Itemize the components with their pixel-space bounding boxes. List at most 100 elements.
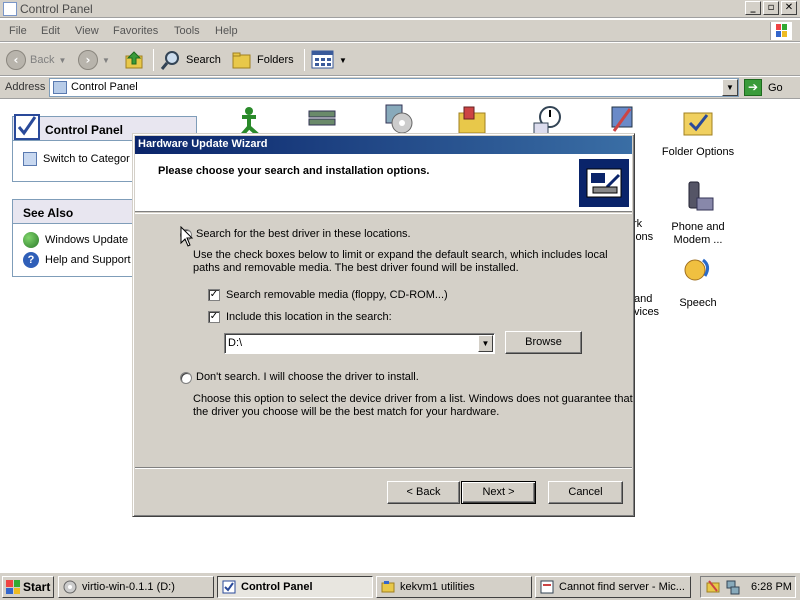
minimize-button[interactable]: _ (745, 1, 761, 15)
include-location-checkbox[interactable]: ✓ (208, 311, 220, 323)
address-label: Address (5, 81, 46, 93)
views-dropdown-icon: ▼ (339, 55, 347, 65)
next-button[interactable]: Next > (461, 481, 536, 504)
hardware-tray-icon[interactable] (705, 579, 721, 595)
back-button[interactable]: < Back (387, 481, 460, 504)
start-label: Start (23, 580, 51, 594)
back-label: Back (30, 54, 55, 66)
include-location-label[interactable]: Include this location in the search: (226, 311, 392, 324)
taskbar-item-kekvm1[interactable]: kekvm1 utilities (376, 576, 532, 598)
forward-arrow-icon: › (78, 50, 98, 70)
views-button[interactable]: ▼ (311, 48, 347, 72)
control-panel-icon (53, 81, 67, 94)
location-value: D:\ (228, 337, 243, 349)
help-icon: ? (23, 252, 39, 268)
windows-logo-icon (6, 580, 20, 594)
taskbar-item-label: kekvm1 utilities (400, 581, 475, 593)
taskbar: Start virtio-win-0.1.1 (D:) Control Pane… (0, 572, 800, 600)
menu-edit[interactable]: Edit (41, 25, 60, 37)
mouse-cursor-icon (180, 226, 194, 247)
network-tray-icon[interactable] (725, 579, 741, 595)
see-also-title: See Also (23, 206, 74, 220)
forward-button[interactable]: › ▼ (78, 48, 110, 72)
speech-item[interactable]: Speech (658, 256, 738, 310)
taskbar-item-control-panel[interactable]: Control Panel (217, 576, 373, 598)
folder-options-icon (683, 112, 713, 136)
control-panel-icon (3, 2, 17, 16)
phone-and-modem-item[interactable]: Phone and Modem ... (658, 180, 738, 247)
control-panel-icon (222, 580, 236, 594)
back-dropdown-icon: ▼ (58, 55, 67, 65)
speech-icon (684, 258, 710, 281)
maximize-button[interactable]: ▫ (763, 1, 779, 15)
search-description-line-2: paths and removable media. The best driv… (193, 262, 519, 274)
switch-label: Switch to Categor (43, 153, 130, 165)
menu-help[interactable]: Help (215, 25, 238, 37)
dont-search-radio[interactable] (180, 372, 192, 384)
administrative-tools-icon[interactable] (456, 105, 490, 135)
add-remove-programs-icon[interactable] (382, 103, 416, 135)
address-bar: Address Control Panel ▼ ➔ Go (0, 77, 800, 99)
search-description-line-1: Use the check boxes below to limit or ex… (193, 249, 608, 261)
folders-icon (232, 52, 251, 69)
go-arrow-icon: ➔ (744, 79, 762, 96)
cd-drive-icon (63, 580, 77, 594)
taskbar-item-label: Cannot find server - Mic... (559, 581, 685, 593)
taskbar-item-virtio[interactable]: virtio-win-0.1.1 (D:) (58, 576, 214, 598)
up-folder-button[interactable] (124, 48, 146, 72)
address-dropdown-icon[interactable]: ▼ (722, 79, 738, 96)
back-button[interactable]: ‹ Back ▼ (6, 48, 66, 72)
title-bar: Control Panel _ ▫ ✕ (0, 0, 800, 18)
clock[interactable]: 6:28 PM (751, 581, 792, 593)
dont-search-label[interactable]: Don't search. I will choose the driver t… (196, 371, 419, 384)
browse-button[interactable]: Browse (505, 331, 582, 354)
folder-icon (381, 581, 395, 593)
system-tray: 6:28 PM (700, 576, 796, 598)
hardware-wizard-icon (579, 159, 629, 207)
address-value: Control Panel (71, 81, 138, 93)
dont-search-description-line-1: Choose this option to select the device … (193, 393, 633, 405)
menu-favorites[interactable]: Favorites (113, 25, 158, 37)
location-dropdown-icon[interactable]: ▼ (478, 335, 493, 352)
phone-and-modem-label-2: Modem ... (673, 234, 723, 246)
start-button[interactable]: Start (2, 576, 54, 598)
search-button[interactable]: Search (160, 48, 221, 72)
browser-page-icon (540, 580, 554, 594)
up-folder-icon (125, 51, 143, 69)
wizard-title-bar: Hardware Update Wizard (135, 136, 632, 154)
search-removable-media-checkbox[interactable]: ✓ (208, 289, 220, 301)
menu-tools[interactable]: Tools (174, 25, 200, 37)
windows-update-icon (23, 232, 39, 248)
windows-update-label: Windows Update (45, 234, 129, 246)
category-view-icon (23, 152, 37, 166)
taskbar-item-browser[interactable]: Cannot find server - Mic... (535, 576, 691, 598)
dont-search-description-line-2: the driver you choose will be the best m… (193, 406, 500, 418)
folder-options-label: Folder Options (661, 146, 735, 158)
cancel-button[interactable]: Cancel (548, 481, 623, 504)
menu-file[interactable]: File (9, 25, 27, 37)
views-icon (311, 50, 334, 69)
go-button[interactable]: ➔ Go (744, 79, 783, 96)
add-hardware-icon[interactable] (305, 105, 339, 135)
phone-icon (688, 181, 714, 211)
menu-bar: File Edit View Favorites Tools Help (0, 20, 800, 42)
search-removable-media-label[interactable]: Search removable media (floppy, CD-ROM..… (226, 289, 448, 302)
wizard-header-text: Please choose your search and installati… (158, 165, 430, 177)
windows-logo-icon (770, 22, 792, 40)
location-combobox[interactable]: D:\ ▼ (224, 333, 495, 354)
window-title: Control Panel (20, 2, 93, 16)
folders-button[interactable]: Folders (231, 48, 294, 72)
help-and-support-label: Help and Support (45, 254, 131, 266)
close-button[interactable]: ✕ (781, 1, 797, 15)
address-input[interactable]: Control Panel ▼ (49, 78, 739, 97)
search-best-driver-label[interactable]: Search for the best driver in these loca… (196, 228, 411, 241)
menu-view[interactable]: View (75, 25, 99, 37)
go-label: Go (768, 81, 783, 94)
folder-options-item[interactable]: Folder Options (658, 105, 738, 159)
search-icon (160, 51, 179, 70)
back-arrow-icon: ‹ (6, 50, 26, 70)
toolbar: ‹ Back ▼ › ▼ Search Folders ▼ (0, 43, 800, 76)
taskbar-item-label: Control Panel (241, 581, 313, 593)
forward-dropdown-icon: ▼ (102, 55, 110, 65)
hardware-update-wizard: Hardware Update Wizard Please choose you… (132, 133, 635, 517)
